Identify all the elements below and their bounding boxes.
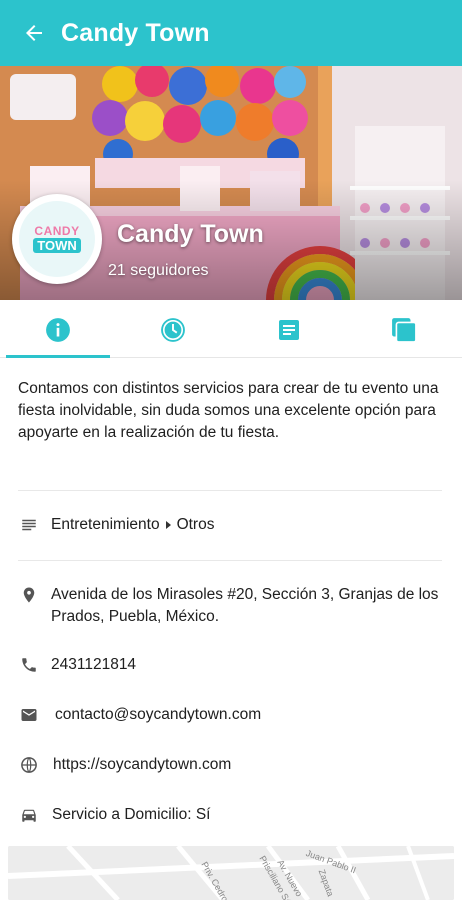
list-icon [18, 514, 40, 536]
website-link: https://soycandytown.com [53, 756, 232, 773]
divider [18, 560, 442, 561]
app-bar: Candy Town [0, 0, 462, 66]
chevron-right-icon [165, 521, 171, 529]
phone-row[interactable]: 2431121814 [18, 654, 136, 676]
category-row: Entretenimiento Otros [18, 514, 214, 536]
brand-logo: CANDY TOWN [19, 201, 95, 277]
home-delivery-status: Servicio a Domicilio: Sí [52, 806, 211, 823]
location-map[interactable]: Priv. Cedros Prisciliano Sánchez Av. Nue… [8, 846, 454, 900]
shop-name: Candy Town [117, 220, 264, 248]
tab-gallery[interactable] [347, 302, 462, 357]
category-path: Entretenimiento Otros [51, 514, 214, 536]
category-main: Entretenimiento [51, 516, 160, 533]
address-row[interactable]: Avenida de los Mirasoles #20, Sección 3,… [18, 584, 444, 628]
followers-count: 21 seguidores [108, 262, 209, 279]
tab-articles[interactable] [231, 302, 347, 357]
mail-icon [18, 704, 40, 726]
avatar: CANDY TOWN [12, 194, 102, 284]
email-row[interactable]: contacto@soycandytown.com [18, 704, 261, 726]
clock-icon [161, 317, 186, 342]
phone-number: 2431121814 [51, 656, 137, 673]
info-icon [45, 317, 70, 342]
location-pin-icon [18, 584, 40, 606]
tab-bar [0, 302, 462, 358]
description-section: Contamos con distintos servicios para cr… [18, 378, 442, 444]
email-address: contacto@soycandytown.com [55, 706, 262, 723]
divider [18, 490, 442, 491]
logo-text-bottom: TOWN [33, 238, 81, 253]
car-icon [18, 804, 40, 826]
address-text: Avenida de los Mirasoles #20, Sección 3,… [51, 586, 439, 625]
business-description: Contamos con distintos servicios para cr… [18, 380, 439, 441]
app-bar-title: Candy Town [61, 18, 210, 47]
tab-info[interactable] [0, 302, 116, 358]
delivery-row: Servicio a Domicilio: Sí [18, 804, 211, 826]
globe-icon [18, 754, 40, 776]
website-row[interactable]: https://soycandytown.com [18, 754, 231, 776]
arrow-back-icon[interactable] [20, 19, 48, 47]
phone-icon [18, 654, 40, 676]
logo-text-top: CANDY [34, 224, 80, 238]
category-sub: Otros [176, 516, 215, 533]
gallery-icon [392, 317, 417, 343]
tab-schedule[interactable] [116, 302, 232, 357]
article-icon [278, 319, 299, 340]
